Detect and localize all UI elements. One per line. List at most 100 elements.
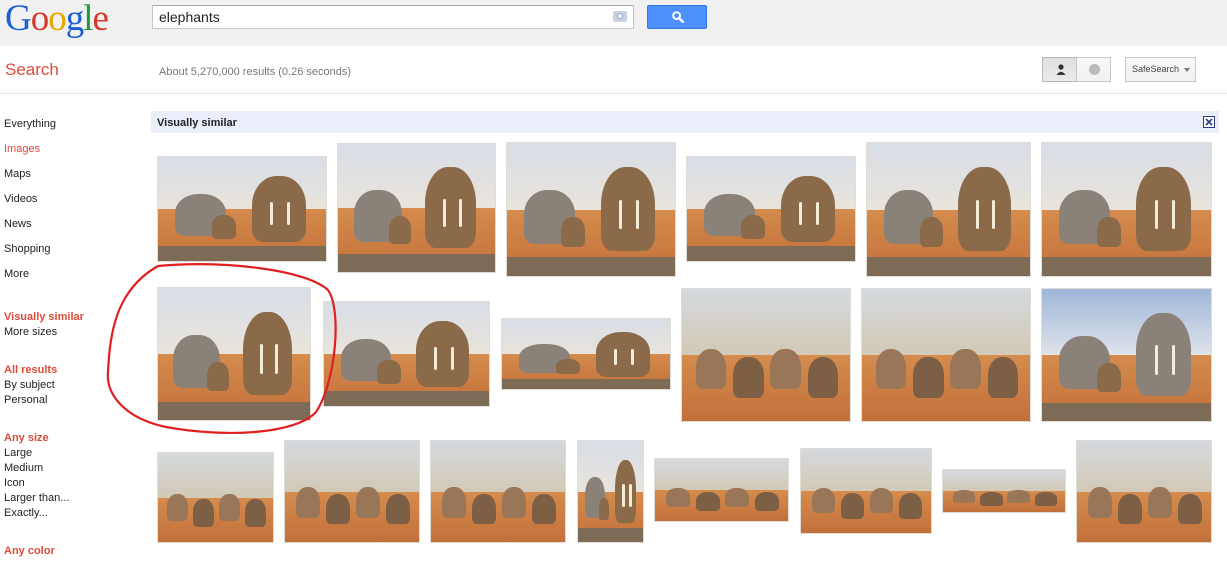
- image-result-thumbnail[interactable]: [942, 469, 1066, 513]
- image-result-thumbnail[interactable]: [337, 143, 496, 273]
- image-result-thumbnail[interactable]: [800, 448, 932, 534]
- sidebar-item-images[interactable]: Images: [4, 143, 40, 155]
- tusk-shape: [458, 198, 462, 228]
- google-logo[interactable]: Google: [5, 0, 109, 39]
- elephant-shape: [251, 176, 306, 242]
- sidebar-item-more[interactable]: More: [4, 268, 29, 280]
- sidebar-item-news[interactable]: News: [4, 218, 32, 230]
- elephant-shape: [1034, 492, 1058, 506]
- search-input[interactable]: [153, 6, 593, 28]
- thumbnail-water: [1042, 402, 1211, 421]
- thumbnail-water: [578, 527, 643, 542]
- filter-size-icon[interactable]: Icon: [4, 477, 25, 489]
- filter-any-color[interactable]: Any color: [4, 545, 55, 557]
- logo-letter: g: [65, 0, 84, 39]
- tusk-shape: [628, 484, 632, 507]
- elephant-shape: [840, 492, 865, 519]
- elephant-shape: [244, 499, 266, 527]
- elephant-shape: [913, 357, 944, 398]
- image-result-thumbnail[interactable]: [1076, 440, 1212, 543]
- close-x-icon[interactable]: [1203, 116, 1215, 128]
- tusk-shape: [259, 344, 263, 374]
- image-result-thumbnail[interactable]: [1041, 288, 1212, 422]
- image-result-thumbnail[interactable]: [577, 440, 644, 543]
- image-result-thumbnail[interactable]: [681, 288, 851, 422]
- elephant-shape: [875, 349, 907, 390]
- elephant-shape: [695, 491, 720, 511]
- filter-any-size[interactable]: Any size: [4, 432, 49, 444]
- thumbnail-sky: [285, 441, 419, 492]
- filter-size-larger-than[interactable]: Larger than...: [4, 492, 69, 504]
- sidebar-item-everything[interactable]: Everything: [4, 118, 56, 130]
- image-result-thumbnail[interactable]: [284, 440, 420, 543]
- sidebar-item-shopping[interactable]: Shopping: [4, 243, 51, 255]
- safesearch-dropdown[interactable]: SafeSearch: [1125, 57, 1196, 82]
- tusk-shape: [270, 201, 274, 225]
- tusk-shape: [992, 199, 996, 230]
- elephant-shape: [898, 492, 923, 519]
- filter-size-exactly[interactable]: Exactly...: [4, 507, 48, 519]
- tusk-shape: [450, 346, 454, 370]
- elephant-shape: [957, 167, 1011, 251]
- image-result-thumbnail[interactable]: [1041, 142, 1212, 277]
- tusk-shape: [434, 346, 438, 370]
- image-result-thumbnail[interactable]: [501, 318, 671, 390]
- image-result-thumbnail[interactable]: [157, 452, 274, 543]
- elephant-shape: [325, 493, 351, 525]
- elephant-calf-shape: [919, 217, 943, 247]
- filter-visually-similar[interactable]: Visually similar: [4, 311, 84, 323]
- image-result-thumbnail[interactable]: [654, 458, 789, 522]
- elephant-shape: [780, 176, 835, 242]
- thumbnail-water: [1042, 257, 1211, 276]
- sidebar-item-videos[interactable]: Videos: [4, 193, 37, 205]
- elephant-calf-shape: [561, 217, 586, 247]
- elephant-shape: [811, 487, 836, 514]
- elephant-shape: [531, 493, 557, 525]
- elephant-shape: [1007, 489, 1030, 503]
- filter-all-results[interactable]: All results: [4, 364, 57, 376]
- filter-size-large[interactable]: Large: [4, 447, 32, 459]
- person-icon: [1056, 64, 1066, 75]
- elephant-shape: [471, 493, 497, 525]
- elephant-calf-shape: [1096, 362, 1121, 393]
- elephant-shape: [355, 487, 381, 519]
- elephant-calf-shape: [741, 215, 766, 239]
- tusk-shape: [287, 201, 291, 225]
- sidebar-item-maps[interactable]: Maps: [4, 168, 31, 180]
- search-button[interactable]: [647, 5, 707, 29]
- elephant-calf-shape: [388, 215, 412, 245]
- filter-personal[interactable]: Personal: [4, 394, 47, 406]
- tusk-shape: [442, 198, 446, 228]
- filter-more-sizes[interactable]: More sizes: [4, 326, 57, 338]
- camera-icon[interactable]: [613, 11, 627, 22]
- filter-by-subject[interactable]: By subject: [4, 379, 55, 391]
- thumbnail-water: [687, 246, 855, 261]
- tusk-shape: [631, 349, 635, 366]
- filter-size-medium[interactable]: Medium: [4, 462, 43, 474]
- personal-results-button[interactable]: [1042, 57, 1077, 82]
- global-results-button[interactable]: [1076, 57, 1111, 82]
- elephant-shape: [501, 487, 527, 519]
- image-result-thumbnail[interactable]: [430, 440, 566, 543]
- image-result-thumbnail[interactable]: [157, 156, 327, 262]
- image-result-thumbnail[interactable]: [323, 301, 490, 407]
- elephant-shape: [869, 487, 894, 514]
- image-result-thumbnail[interactable]: [686, 156, 856, 262]
- image-result-thumbnail[interactable]: [157, 287, 311, 421]
- safesearch-label: SafeSearch: [1132, 64, 1180, 74]
- thumbnail-water: [158, 246, 326, 261]
- search-box: [152, 5, 634, 29]
- elephant-shape: [733, 357, 764, 398]
- elephant-shape: [725, 487, 750, 507]
- image-result-thumbnail[interactable]: [506, 142, 676, 277]
- elephant-calf-shape: [556, 358, 581, 375]
- section-title: Visually similar: [157, 117, 237, 129]
- image-result-thumbnail[interactable]: [861, 288, 1031, 422]
- elephant-shape: [980, 492, 1003, 506]
- thumbnail-sky: [801, 449, 931, 491]
- image-result-thumbnail[interactable]: [866, 142, 1031, 277]
- tusk-shape: [816, 201, 820, 225]
- logo-letter: o: [30, 0, 49, 39]
- elephant-shape: [807, 357, 839, 398]
- tusk-shape: [622, 484, 626, 507]
